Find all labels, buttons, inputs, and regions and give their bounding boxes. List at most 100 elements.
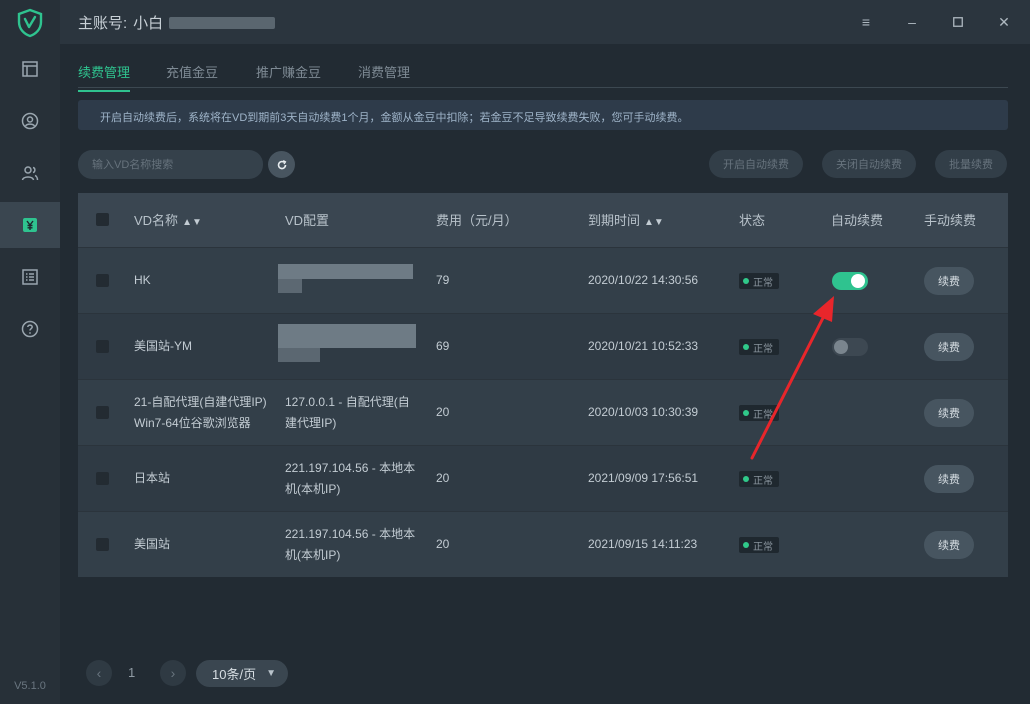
status-text: 正常 [753,277,773,289]
status-badge: 正常 [739,339,779,355]
col-expire[interactable]: 到期时间 ▲▼ [588,210,664,233]
sort-icon: ▲▼ [182,217,202,228]
col-fee: 费用（元/月） [436,213,518,228]
vd-name: 美国站-YM [134,339,192,353]
table-row: 美国站 221.197.104.56 - 本地本 机(本机IP) 20 2021… [78,511,1008,577]
vd-config-line: 127.0.0.1 - 自配代理(自 [285,395,410,409]
status-dot [743,344,749,350]
sidebar-item-records[interactable] [0,254,60,300]
row-checkbox[interactable] [96,340,109,353]
list-icon [22,269,38,285]
maximize-button[interactable] [948,12,968,32]
renew-button[interactable]: 续费 [924,465,974,493]
sidebar-item-team[interactable] [0,150,60,196]
row-checkbox[interactable] [96,274,109,287]
vd-expire: 2020/10/03 10:30:39 [588,405,699,419]
chevron-down-icon: ▼ [266,668,276,679]
shield-logo-icon [17,8,43,38]
col-config: VD配置 [285,213,330,228]
vd-config-line: 机(本机IP) [285,548,341,562]
vd-config-line: 221.197.104.56 - 本地本 [285,461,416,475]
chevron-left-icon: ‹ [96,665,102,681]
batch-renew-button[interactable]: 批量续费 [935,150,1007,178]
auto-renew-toggle[interactable] [832,338,868,356]
select-all-checkbox[interactable] [96,213,109,226]
vd-name: 日本站 [134,471,171,485]
search-input[interactable] [78,150,263,179]
status-badge: 正常 [739,537,779,553]
renew-button[interactable]: 续费 [924,267,974,295]
maximize-icon [953,17,963,27]
vd-config-line: 机(本机IP) [285,482,341,496]
auto-renew-toggle[interactable] [832,272,868,290]
sidebar-item-help[interactable] [0,306,60,352]
status-dot [743,278,749,284]
vd-fee: 20 [436,471,450,485]
vd-expire: 2021/09/09 17:56:51 [588,471,699,485]
close-button[interactable]: ✕ [994,12,1014,32]
status-badge: 正常 [739,405,779,421]
account-label: 主账号: [78,15,128,32]
vd-name-line: Win7-64位谷歌浏览器 [134,416,251,430]
prev-page-button[interactable]: ‹ [86,660,112,686]
table-row: 美国站-YM 69 2020/10/21 10:52:33 正常 续费 [78,313,1008,379]
page-size-select[interactable]: 10条/页 ▼ [196,660,288,687]
title-bar: 主账号: 小白 ≡ – ✕ [60,0,1030,44]
next-page-button[interactable]: › [160,660,186,686]
page-size-value: 10条/页 [212,667,257,682]
tab-bar: 续费管理 充值金豆 推广赚金豆 消费管理 [78,44,1008,92]
row-checkbox[interactable] [96,538,109,551]
yen-icon [23,218,37,232]
vd-name: 美国站 [134,537,171,551]
minimize-button[interactable]: – [902,12,922,32]
renew-button[interactable]: 续费 [924,531,974,559]
col-status: 状态 [739,213,766,228]
disable-auto-renew-button[interactable]: 关闭自动续费 [822,150,916,178]
vd-config: 221.197.104.56 - 本地本 机(本机IP) [285,524,415,566]
tab-promotion[interactable]: 推广赚金豆 [256,62,321,91]
table-row: 日本站 221.197.104.56 - 本地本 机(本机IP) 20 2021… [78,445,1008,511]
refresh-icon [277,159,286,169]
tab-consumption[interactable]: 消费管理 [358,62,410,91]
sidebar-item-billing[interactable] [0,202,60,248]
users-icon [21,166,39,181]
auto-renew-notice: 开启自动续费后，系统将在VD到期前3天自动续费1个月，金额从金豆中扣除；若金豆不… [78,100,1008,130]
tab-renewal[interactable]: 续费管理 [78,62,131,92]
status-text: 正常 [753,541,773,553]
status-dot [743,542,749,548]
sidebar-item-layout[interactable] [0,46,60,92]
vd-fee: 79 [436,273,450,287]
menu-button[interactable]: ≡ [856,12,876,32]
toggle-knob [851,274,865,288]
blurred-account-id [169,16,276,29]
vd-expire: 2020/10/22 14:30:56 [588,273,699,287]
col-name[interactable]: VD名称 ▲▼ [134,210,202,233]
account-info: 主账号: 小白 [78,12,276,33]
vd-table: VD名称 ▲▼ VD配置 费用（元/月） 到期时间 ▲▼ 状态 自动续费 手动续费 … [78,193,1008,577]
vd-name-line: 21-自配代理(自建代理IP) [134,395,267,409]
status-dot [743,476,749,482]
current-page[interactable]: 1 [128,665,135,680]
renew-button[interactable]: 续费 [924,333,974,361]
layout-icon [22,61,38,77]
user-circle-icon [21,112,39,130]
renew-button[interactable]: 续费 [924,399,974,427]
table-row: 21-自配代理(自建代理IP) Win7-64位谷歌浏览器 127.0.0.1 … [78,379,1008,445]
sidebar-item-account[interactable] [0,98,60,144]
help-icon [21,320,39,338]
col-manual-renew: 手动续费 [924,213,977,228]
row-checkbox[interactable] [96,406,109,419]
vd-config-line: 建代理IP) [285,416,337,430]
status-text: 正常 [753,475,773,487]
status-badge: 正常 [739,273,779,289]
tab-recharge[interactable]: 充值金豆 [166,62,218,91]
status-text: 正常 [753,343,773,355]
row-checkbox[interactable] [96,472,109,485]
refresh-button[interactable] [268,151,295,178]
vd-fee: 20 [436,405,450,419]
col-expire-label: 到期时间 [588,213,641,228]
enable-auto-renew-button[interactable]: 开启自动续费 [709,150,803,178]
sort-icon: ▲▼ [644,217,664,228]
status-text: 正常 [753,409,773,421]
minimize-icon: – [908,14,916,30]
